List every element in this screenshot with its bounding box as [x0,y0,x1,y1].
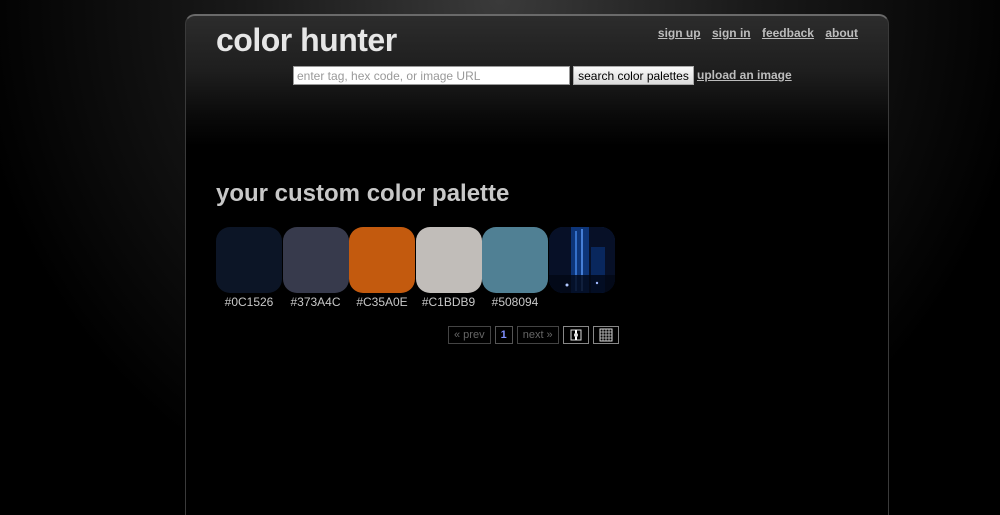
palette-color-1: #0C1526 [216,227,282,309]
nav-about[interactable]: about [825,26,858,40]
hex-label: #C1BDB9 [421,295,476,309]
adjust-palette-icon[interactable] [562,326,589,344]
palette-color-5: #508094 [482,227,548,309]
hex-label: #0C1526 [224,295,274,309]
color-swatch[interactable] [216,227,282,293]
color-swatch[interactable] [415,227,482,293]
prev-page-button[interactable]: « prev [448,326,491,344]
search-button[interactable]: search color palettes [573,66,694,85]
nav-sign-in[interactable]: sign in [712,26,751,40]
color-swatch[interactable] [482,227,548,293]
page-number[interactable]: 1 [494,326,513,344]
upload-image-link[interactable]: upload an image [697,68,792,82]
next-page-button[interactable]: next » [516,326,559,344]
search-input[interactable] [293,66,570,85]
hex-label: #373A4C [290,295,341,309]
palette-color-4: #C1BDB9 [415,227,482,309]
source-image-thumbnail[interactable] [548,227,615,293]
hex-label: #C35A0E [356,295,408,309]
palette-source-image [548,227,615,309]
nav-feedback[interactable]: feedback [762,26,814,40]
pager: « prev 1 next » [448,326,619,344]
color-swatch[interactable] [349,227,415,293]
hex-label: #508094 [491,295,539,309]
site-logo[interactable]: color hunter [216,22,397,59]
nav-sign-up[interactable]: sign up [658,26,701,40]
page-title: your custom color palette [216,180,510,207]
palette: #0C1526 #373A4C #C35A0E #C1BDB9 #508094 [216,227,615,309]
palette-color-3: #C35A0E [349,227,415,309]
grid-view-icon[interactable] [592,326,619,344]
top-nav: sign up sign in feedback about [650,26,858,40]
color-swatch[interactable] [282,227,349,293]
palette-color-2: #373A4C [282,227,349,309]
